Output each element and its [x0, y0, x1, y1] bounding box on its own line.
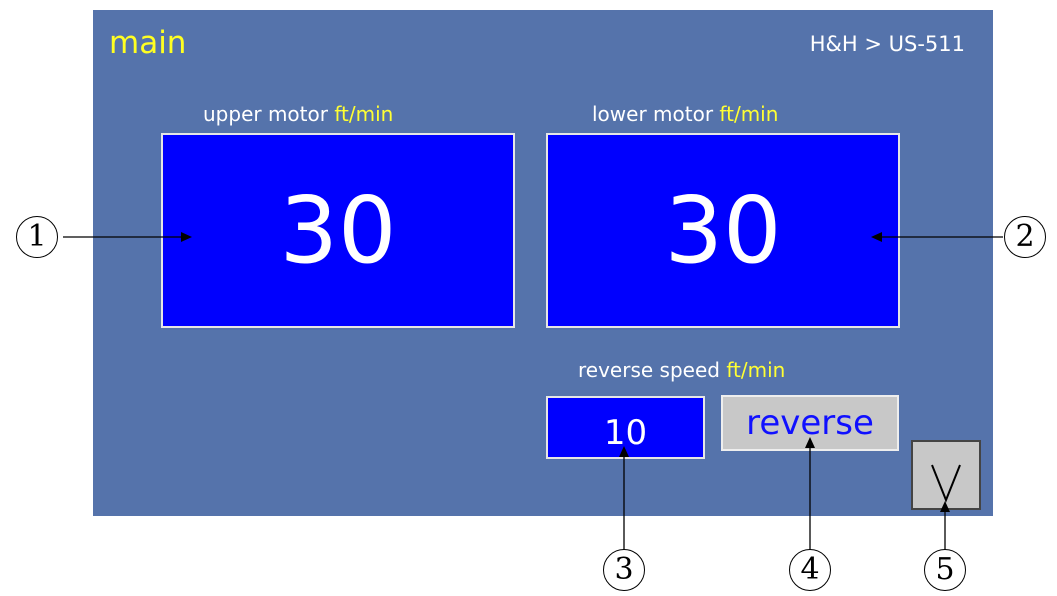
callout-3: 3: [603, 549, 645, 591]
callout-4: 4: [789, 549, 831, 591]
callout-5: 5: [924, 549, 966, 591]
callout-3-arrow: [619, 446, 629, 457]
callout-2: 2: [1004, 216, 1046, 258]
callout-leaders: [63, 232, 1003, 550]
callout-4-arrow: [805, 437, 815, 448]
callout-5-arrow: [940, 501, 950, 512]
callout-1: 1: [16, 216, 58, 258]
callout-1-arrow: [181, 232, 192, 242]
callout-2-arrow: [871, 232, 882, 242]
